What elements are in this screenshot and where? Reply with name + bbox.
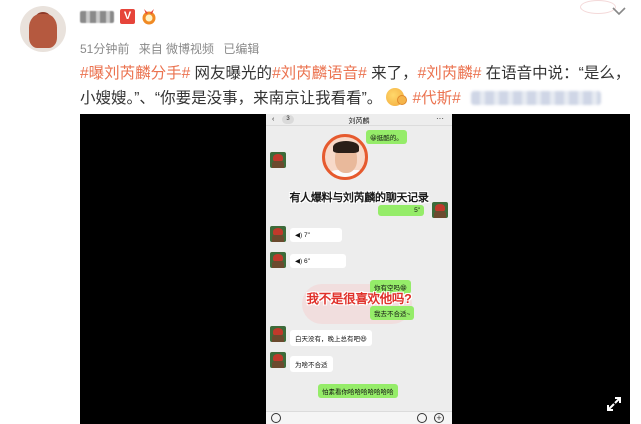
post-text: 网友曝光的 [190, 65, 273, 82]
voice-bubble: ◀) 6" [290, 254, 346, 268]
hashtag-link[interactable]: #曝刘芮麟分手# [80, 65, 190, 82]
stamp-decoration [580, 0, 616, 14]
blurred-link[interactable] [470, 91, 601, 105]
post-time[interactable]: 51分钟前 [80, 42, 129, 56]
username-blurred[interactable] [80, 11, 114, 23]
chat-bubble: 怕素看你哈哈哈哈哈哈哈 [318, 384, 398, 398]
avatar[interactable] [20, 6, 66, 52]
post-meta: 51分钟前 来自 微博视频 已编辑 [80, 40, 265, 57]
voice-icon [271, 413, 281, 423]
video-caption: 有人爆料与刘芮麟的聊天记录 [289, 192, 429, 204]
video-caption: 我不是很喜欢他吗? [306, 292, 412, 306]
celebrity-photo [322, 134, 368, 180]
fullscreen-icon[interactable] [606, 396, 622, 412]
post-edited[interactable]: 已编辑 [223, 42, 259, 56]
video-player[interactable]: ‹ 3 刘芮麟 ··· 😀挺酷的。 有人爆料与刘芮麟的聊天记录 5" ◀) 7"… [80, 114, 630, 424]
chat-avatar [270, 252, 286, 268]
vip-badge[interactable]: V [120, 9, 135, 24]
chevron-down-icon[interactable] [612, 6, 626, 16]
post-source[interactable]: 来自 微博视频 [139, 42, 214, 56]
chat-input-bar: + [266, 411, 452, 424]
chat-header: ‹ 3 刘芮麟 ··· [266, 114, 452, 126]
chat-screenshot: ‹ 3 刘芮麟 ··· 😀挺酷的。 有人爆料与刘芮麟的聊天记录 5" ◀) 7"… [266, 114, 452, 424]
emoji-icon [417, 413, 427, 423]
more-icon: ··· [436, 114, 444, 123]
plus-icon: + [434, 413, 444, 423]
chat-bubble: 😀挺酷的。 [366, 130, 407, 144]
chat-avatar [270, 352, 286, 368]
hashtag-link[interactable]: #代斯# [408, 90, 461, 107]
weibo-post: V 51分钟前 来自 微博视频 已编辑 #曝刘芮麟分手# 网友曝光的#刘芮麟语音… [0, 0, 641, 424]
post-text: 来了， [366, 65, 418, 82]
medal-icon[interactable] [140, 8, 158, 25]
chat-avatar [270, 326, 286, 342]
chat-avatar [270, 226, 286, 242]
voice-bubble: 5" [378, 205, 424, 216]
chat-avatar-self [432, 202, 448, 218]
chat-avatar [270, 152, 286, 168]
hashtag-link[interactable]: #刘芮麟# [418, 65, 482, 82]
post-content: #曝刘芮麟分手# 网友曝光的#刘芮麟语音# 来了，#刘芮麟# 在语音中说：“是么… [80, 61, 632, 111]
voice-bubble: ◀) 7" [290, 228, 342, 242]
chat-title: 刘芮麟 [348, 118, 370, 125]
chat-bubble: 为啥不合适 [290, 356, 333, 372]
chat-bubble: 我去不合适~ [370, 306, 415, 320]
hashtag-link[interactable]: #刘芮麟语音# [272, 65, 367, 82]
chat-bubble: 白天没有，晚上总有吧😆 [290, 330, 372, 346]
heart-eyes-emoji-icon [386, 88, 408, 106]
